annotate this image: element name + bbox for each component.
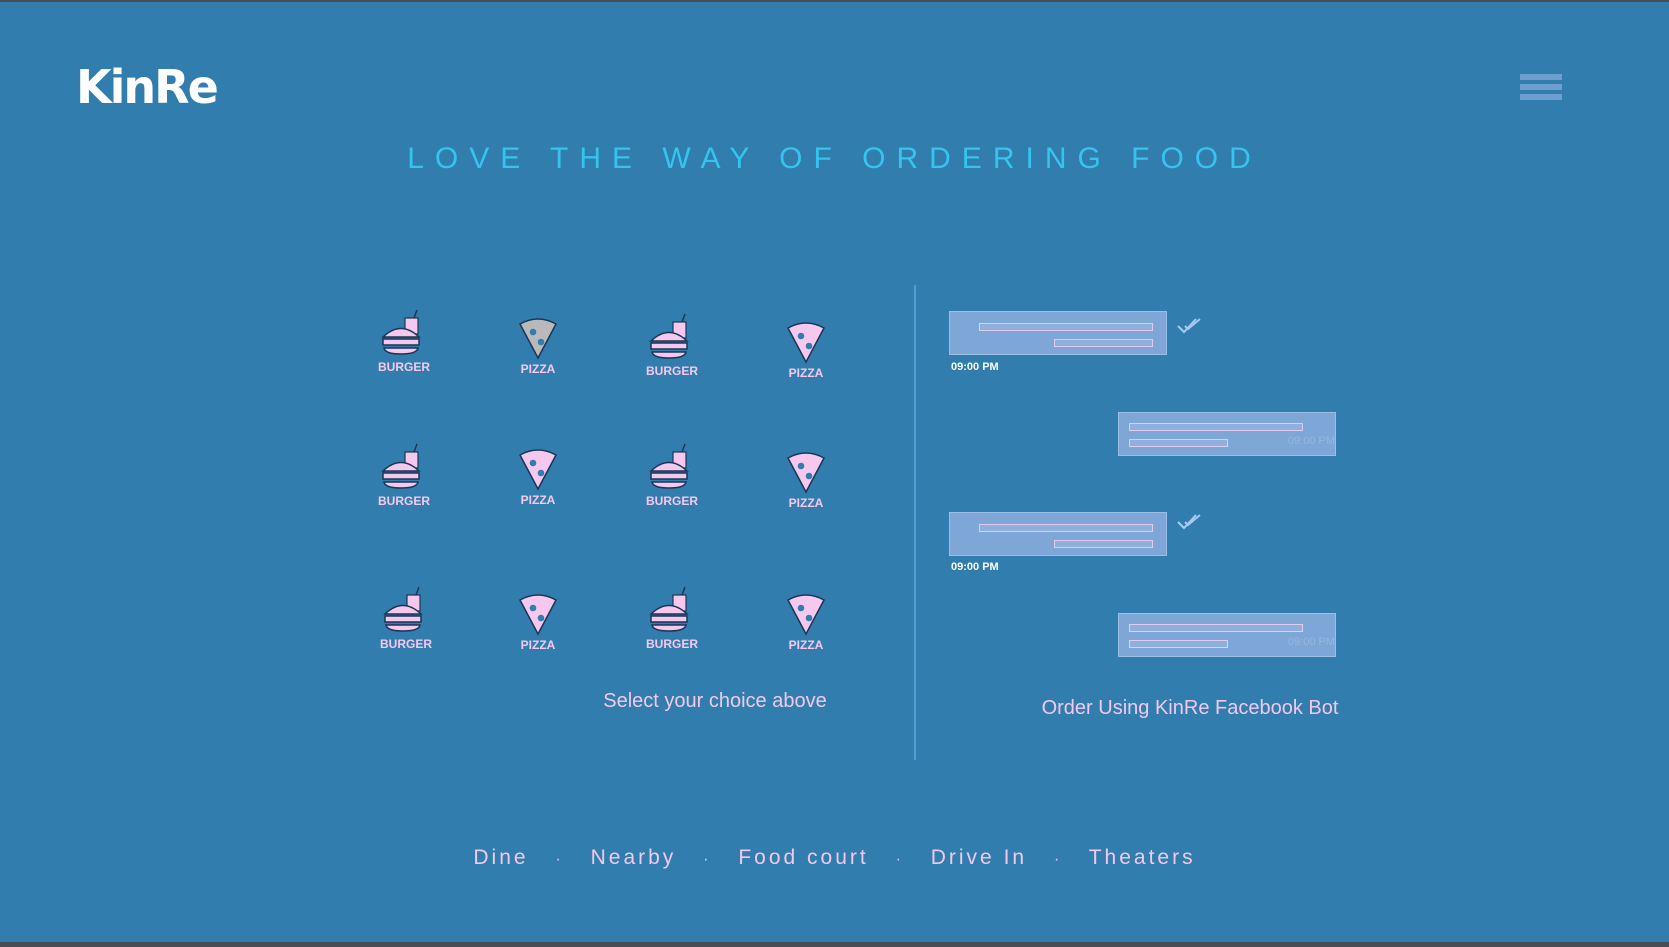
food-item-pizza[interactable]: PIZZA <box>766 320 846 400</box>
message-line <box>1129 624 1303 632</box>
footer-nav: Dine · Nearby · Food court · Drive In · … <box>0 846 1669 870</box>
pizza-slice-icon <box>518 449 558 491</box>
hero-title: LOVE THE WAY OF ORDERING FOOD <box>407 142 1262 175</box>
food-item-burger[interactable]: BURGER <box>632 312 712 392</box>
food-item-burger[interactable]: BURGER <box>366 585 446 665</box>
burger-drink-icon <box>649 443 689 489</box>
message-line <box>979 524 1153 532</box>
nav-separator: · <box>555 851 564 868</box>
food-item-label: PIZZA <box>788 496 824 510</box>
message-line <box>979 323 1153 331</box>
food-item-burger[interactable]: BURGER <box>632 442 712 522</box>
food-item-pizza[interactable]: PIZZA <box>498 592 578 672</box>
message-line <box>1129 640 1228 648</box>
food-item-label: PIZZA <box>788 638 824 652</box>
food-item-label: PIZZA <box>520 493 556 507</box>
grid-caption: Select your choice above <box>603 690 827 712</box>
hamburger-menu-icon[interactable] <box>1520 74 1562 108</box>
chat-bubble-incoming: 09:00 PM <box>1118 412 1336 456</box>
food-item-burger[interactable]: BURGER <box>364 308 444 388</box>
food-item-burger[interactable]: BURGER <box>364 442 444 522</box>
footer-link-theaters[interactable]: Theaters <box>1089 846 1196 869</box>
message-timestamp: 09:00 PM <box>951 561 999 573</box>
food-item-label: PIZZA <box>520 362 556 376</box>
food-item-pizza[interactable]: PIZZA <box>766 450 846 530</box>
pizza-slice-icon <box>518 318 558 360</box>
food-item-burger[interactable]: BURGER <box>632 585 712 665</box>
message-timestamp: 09:00 PM <box>1287 636 1335 648</box>
food-item-label: BURGER <box>377 360 430 374</box>
chat-bubble-outgoing <box>949 311 1167 355</box>
message-line <box>1054 540 1153 548</box>
chat-bubble-outgoing <box>949 512 1167 556</box>
pizza-slice-icon <box>518 594 558 636</box>
footer-link-nearby[interactable]: Nearby <box>591 846 677 869</box>
burger-drink-icon <box>381 443 421 489</box>
pizza-slice-icon <box>786 322 826 364</box>
double-check-icon <box>1177 318 1201 334</box>
section-divider <box>914 285 916 760</box>
food-item-label: BURGER <box>645 494 698 508</box>
food-item-label: BURGER <box>377 494 430 508</box>
food-item-label: PIZZA <box>788 366 824 380</box>
pizza-slice-icon <box>786 452 826 494</box>
kinre-logo[interactable]: KinRe <box>76 64 219 110</box>
footer-link-drive-in[interactable]: Drive In <box>931 846 1027 869</box>
footer-link-food-court[interactable]: Food court <box>738 846 868 869</box>
message-line <box>1129 439 1228 447</box>
nav-separator: · <box>895 851 904 868</box>
burger-drink-icon <box>649 586 689 632</box>
message-timestamp: 09:00 PM <box>1287 435 1335 447</box>
message-timestamp: 09:00 PM <box>951 361 999 373</box>
food-item-pizza[interactable]: PIZZA <box>498 316 578 396</box>
menu-bar <box>1520 94 1562 100</box>
message-line <box>1054 339 1153 347</box>
footer-link-dine[interactable]: Dine <box>473 846 528 869</box>
burger-drink-icon <box>383 586 423 632</box>
double-check-icon <box>1177 514 1201 530</box>
pizza-slice-icon <box>786 594 826 636</box>
landing-page: KinRe LOVE THE WAY OF ORDERING FOOD BURG… <box>0 2 1669 942</box>
chat-bubble-incoming: 09:00 PM <box>1118 613 1336 657</box>
food-item-label: PIZZA <box>520 638 556 652</box>
food-item-label: BURGER <box>645 637 698 651</box>
nav-separator: · <box>703 851 712 868</box>
burger-drink-icon <box>381 309 421 355</box>
menu-bar <box>1520 84 1562 90</box>
food-item-label: BURGER <box>645 364 698 378</box>
food-item-label: BURGER <box>379 637 432 651</box>
message-line <box>1129 423 1303 431</box>
burger-drink-icon <box>649 313 689 359</box>
food-item-pizza[interactable]: PIZZA <box>498 447 578 527</box>
menu-bar <box>1520 74 1562 80</box>
bot-caption[interactable]: Order Using KinRe Facebook Bot <box>1000 697 1380 720</box>
nav-separator: · <box>1053 851 1063 868</box>
food-item-pizza[interactable]: PIZZA <box>766 592 846 672</box>
